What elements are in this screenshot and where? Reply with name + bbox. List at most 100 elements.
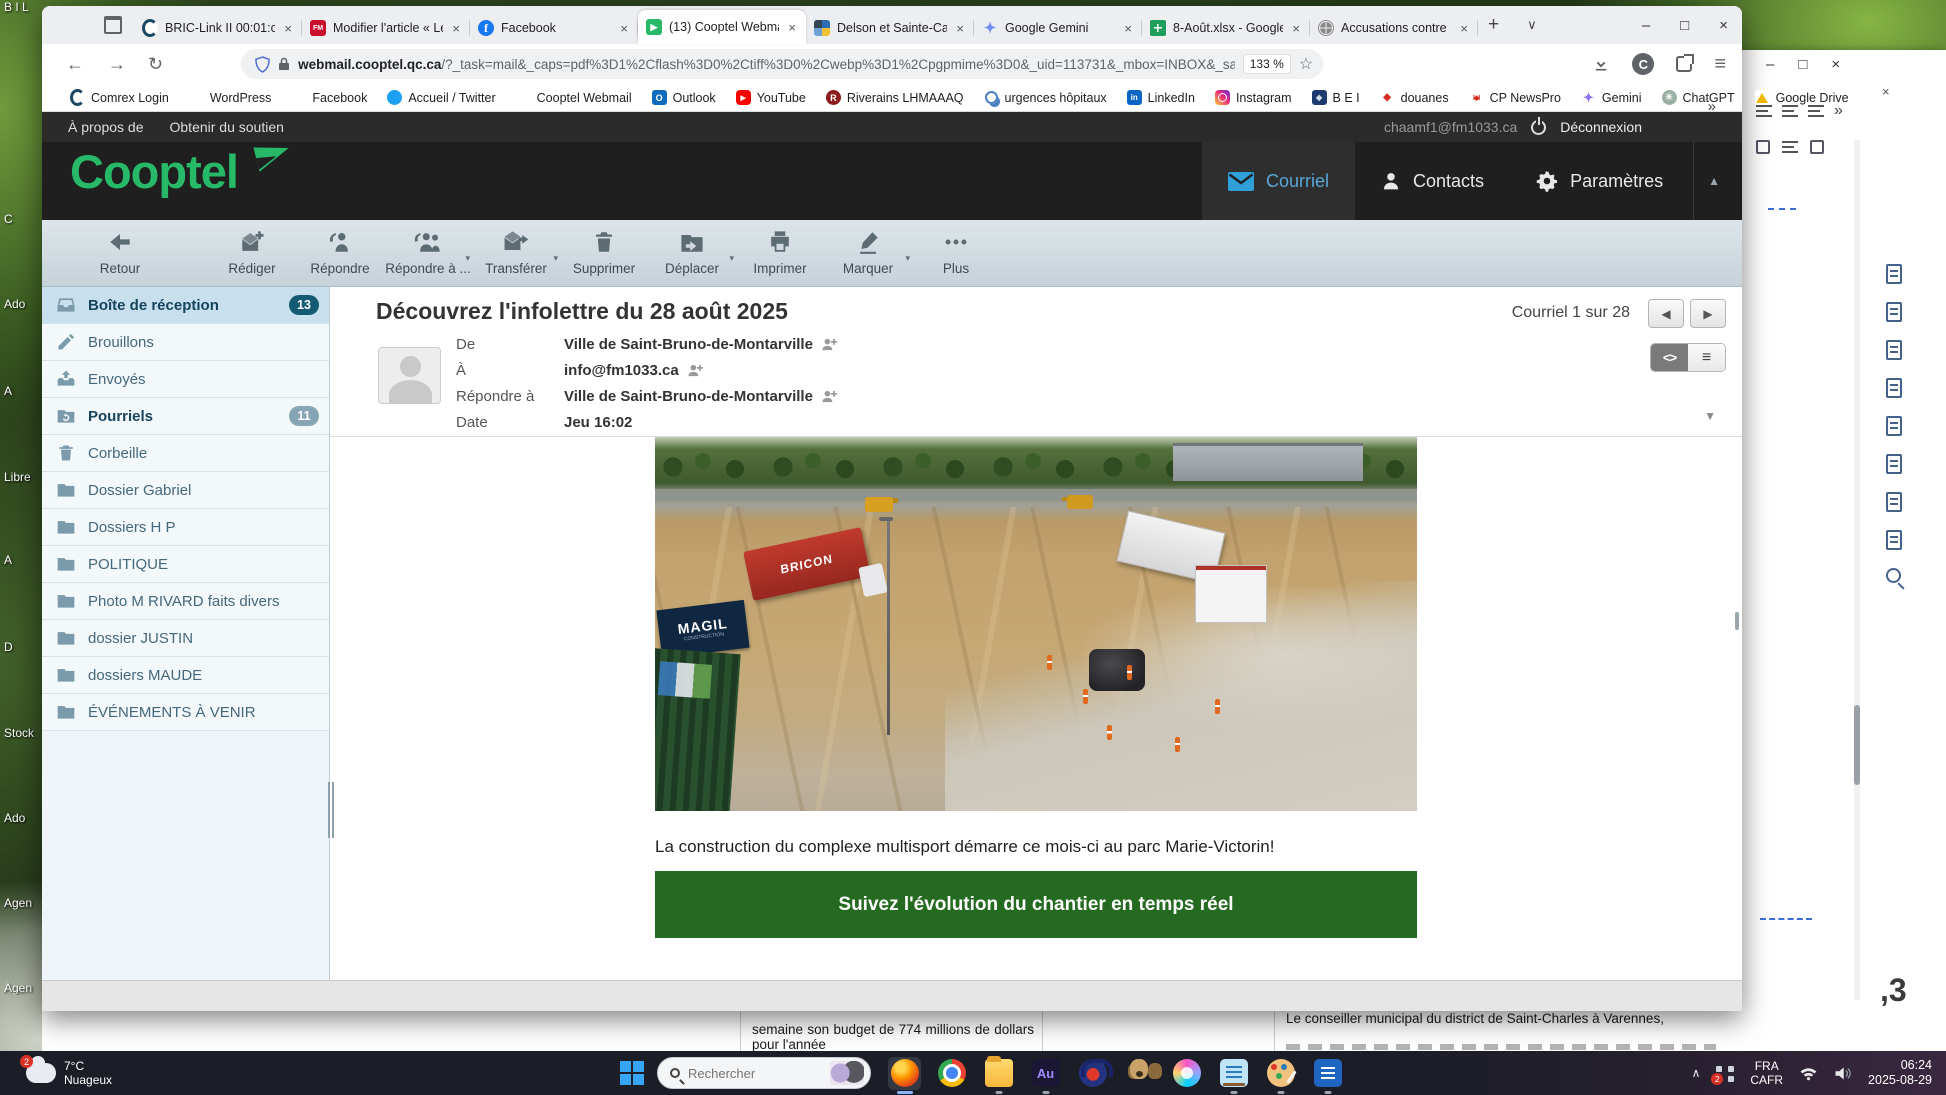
bookmark-item[interactable]: Gemini xyxy=(1581,90,1642,105)
window-control-button[interactable]: – xyxy=(1766,56,1774,73)
clock[interactable]: 06:24 2025-08-29 xyxy=(1868,1058,1932,1088)
dropdown-caret-icon[interactable]: ▾ xyxy=(465,253,470,264)
bookmark-item[interactable]: LinkedIn xyxy=(1127,90,1195,105)
scrollbar-track[interactable] xyxy=(1854,140,1860,1000)
search-icon[interactable] xyxy=(1886,568,1901,583)
tab-close-button[interactable]: × xyxy=(1122,21,1134,36)
bookmark-item[interactable]: Facebook xyxy=(291,90,367,105)
edit-icon[interactable] xyxy=(1886,302,1902,322)
desktop-icon-label[interactable]: A xyxy=(4,384,42,398)
zoom-level-badge[interactable]: 133 % xyxy=(1243,54,1291,74)
list-icon[interactable] xyxy=(1756,140,1770,154)
folder-item[interactable]: Envoyés xyxy=(42,361,329,398)
desktop-icon-label[interactable]: C xyxy=(4,212,42,226)
book-icon[interactable] xyxy=(1886,530,1902,550)
toolbar-button[interactable]: ▾ Déplacer xyxy=(648,227,736,276)
previous-message-button[interactable]: ◀ xyxy=(1648,299,1684,328)
desktop-icon-label[interactable]: Ado xyxy=(4,811,42,825)
folder-item[interactable]: ÉVÉNEMENTS À VENIR xyxy=(42,694,329,731)
folder-item[interactable]: Corbeille xyxy=(42,435,329,472)
align-left-icon[interactable] xyxy=(1756,105,1772,117)
share-icon[interactable] xyxy=(1676,56,1692,72)
start-button[interactable] xyxy=(620,1061,644,1085)
toolbar-button[interactable]: Retour xyxy=(72,227,168,276)
add-contact-icon[interactable] xyxy=(687,362,704,379)
browser-tab[interactable]: Google Gemini × xyxy=(974,12,1142,44)
clipboard-icon[interactable] xyxy=(1886,264,1902,284)
field-value[interactable]: info@fm1033.ca xyxy=(564,362,679,379)
toolbar-button[interactable]: Rédiger xyxy=(208,227,296,276)
browser-tab[interactable]: BRIC-Link II 00:01:c0:2 × xyxy=(134,12,302,44)
sidebar-splitter[interactable] xyxy=(327,287,332,980)
toolbar-button[interactable]: ▾ Répondre à ... xyxy=(384,227,472,276)
folder-item[interactable]: Boîte de réception 13 xyxy=(42,287,329,324)
folder-item[interactable]: dossiers MAUDE xyxy=(42,657,329,694)
url-bar[interactable]: webmail.cooptel.qc.ca/?_task=mail&_caps=… xyxy=(241,49,1323,79)
folder-item[interactable]: POLITIQUE xyxy=(42,546,329,583)
search-highlight-image[interactable] xyxy=(830,1061,864,1085)
back-icon[interactable]: ← xyxy=(66,54,84,75)
profile-avatar[interactable]: C xyxy=(1632,53,1654,75)
browser-tab[interactable]: (13) Cooptel Webmail × xyxy=(638,10,806,44)
indent-icon[interactable] xyxy=(1782,141,1798,153)
field-value[interactable]: Ville de Saint-Bruno-de-Montarville xyxy=(564,336,813,353)
toolbar-button[interactable]: ▾ Marquer xyxy=(824,227,912,276)
taskbar-app-icon[interactable] xyxy=(1076,1057,1109,1090)
desktop-icon-label[interactable]: Agen xyxy=(4,981,42,995)
tab-close-button[interactable]: × xyxy=(1458,21,1470,36)
scrollbar-thumb[interactable] xyxy=(1735,612,1739,630)
maximize-button[interactable]: □ xyxy=(1680,17,1689,34)
logout-link[interactable]: Déconnexion xyxy=(1560,119,1642,135)
close-button[interactable]: × xyxy=(1719,17,1728,34)
image-icon[interactable] xyxy=(1886,340,1902,360)
search-input[interactable] xyxy=(688,1066,808,1081)
bookmark-item[interactable]: YouTube xyxy=(736,90,806,105)
toolbar-button[interactable]: Supprimer xyxy=(560,227,648,276)
desktop-icon-label[interactable]: Ado xyxy=(4,297,42,311)
email-cta-button[interactable]: Suivez l'évolution du chantier en temps … xyxy=(655,871,1417,938)
wifi-icon[interactable] xyxy=(1799,1066,1818,1081)
notes-icon[interactable] xyxy=(1886,454,1902,474)
desktop-icon-label[interactable]: D xyxy=(4,640,42,654)
new-tab-button[interactable]: + xyxy=(1488,14,1499,36)
tab-close-button[interactable]: × xyxy=(450,21,462,36)
bookmark-item[interactable]: urgences hôpitaux xyxy=(984,90,1107,105)
taskbar-app-icon[interactable] xyxy=(1311,1057,1344,1090)
taskbar-app-icon[interactable] xyxy=(935,1057,968,1090)
toolbar-button[interactable]: ▾ Transférer xyxy=(472,227,560,276)
browser-tab[interactable]: Modifier l'article « Le × xyxy=(302,12,470,44)
lock-icon[interactable] xyxy=(278,57,290,71)
bookmark-item[interactable]: Cooptel Webmail xyxy=(516,90,632,105)
taskbar-app-icon[interactable]: Au xyxy=(1029,1057,1062,1090)
close-icon[interactable]: × xyxy=(1882,84,1890,99)
taskbar-app-icon[interactable] xyxy=(1264,1057,1297,1090)
tab-list-button[interactable]: ∨ xyxy=(1527,17,1537,33)
bookmark-item[interactable]: Accueil / Twitter xyxy=(387,90,495,105)
minimize-button[interactable]: – xyxy=(1642,17,1650,34)
taskbar-app-icon[interactable] xyxy=(982,1057,1015,1090)
download-icon[interactable] xyxy=(1592,55,1610,73)
html-view-button[interactable]: <> xyxy=(1651,344,1688,371)
browser-tab[interactable]: Accusations contre Lé × xyxy=(1310,12,1478,44)
folder-item[interactable]: Pourriels 11 xyxy=(42,398,329,435)
toolbar-button[interactable]: Répondre xyxy=(296,227,384,276)
nav-item-parametres[interactable]: Paramètres xyxy=(1510,142,1689,220)
dropdown-caret-icon[interactable]: ▾ xyxy=(729,253,734,264)
bookmark-item[interactable]: ChatGPT xyxy=(1662,90,1735,105)
language-indicator[interactable]: FRA CAFR xyxy=(1750,1059,1783,1087)
window-control-button[interactable]: × xyxy=(1831,56,1840,73)
collapse-caret-icon[interactable]: ▲ xyxy=(1693,142,1720,220)
desktop-icon-label[interactable]: B I L xyxy=(4,0,42,14)
background-app-window[interactable]: –□× × » ,3 xyxy=(1742,50,1946,1051)
cooptel-logo[interactable]: Cooptel xyxy=(70,144,238,199)
url-text[interactable]: webmail.cooptel.qc.ca/?_task=mail&_caps=… xyxy=(298,57,1235,72)
dropdown-caret-icon[interactable]: ▾ xyxy=(553,253,558,264)
align-center-icon[interactable] xyxy=(1782,105,1798,117)
nav-item-contacts[interactable]: Contacts xyxy=(1355,142,1510,220)
folder-item[interactable]: Photo M RIVARD faits divers xyxy=(42,583,329,620)
bookmark-item[interactable]: B E I xyxy=(1312,90,1360,105)
pen-icon[interactable] xyxy=(1886,492,1902,512)
firefox-view-icon[interactable] xyxy=(100,14,126,36)
taskbar-app-icon[interactable] xyxy=(1170,1057,1203,1090)
browser-tab[interactable]: Delson et Sainte-Cath × xyxy=(806,12,974,44)
